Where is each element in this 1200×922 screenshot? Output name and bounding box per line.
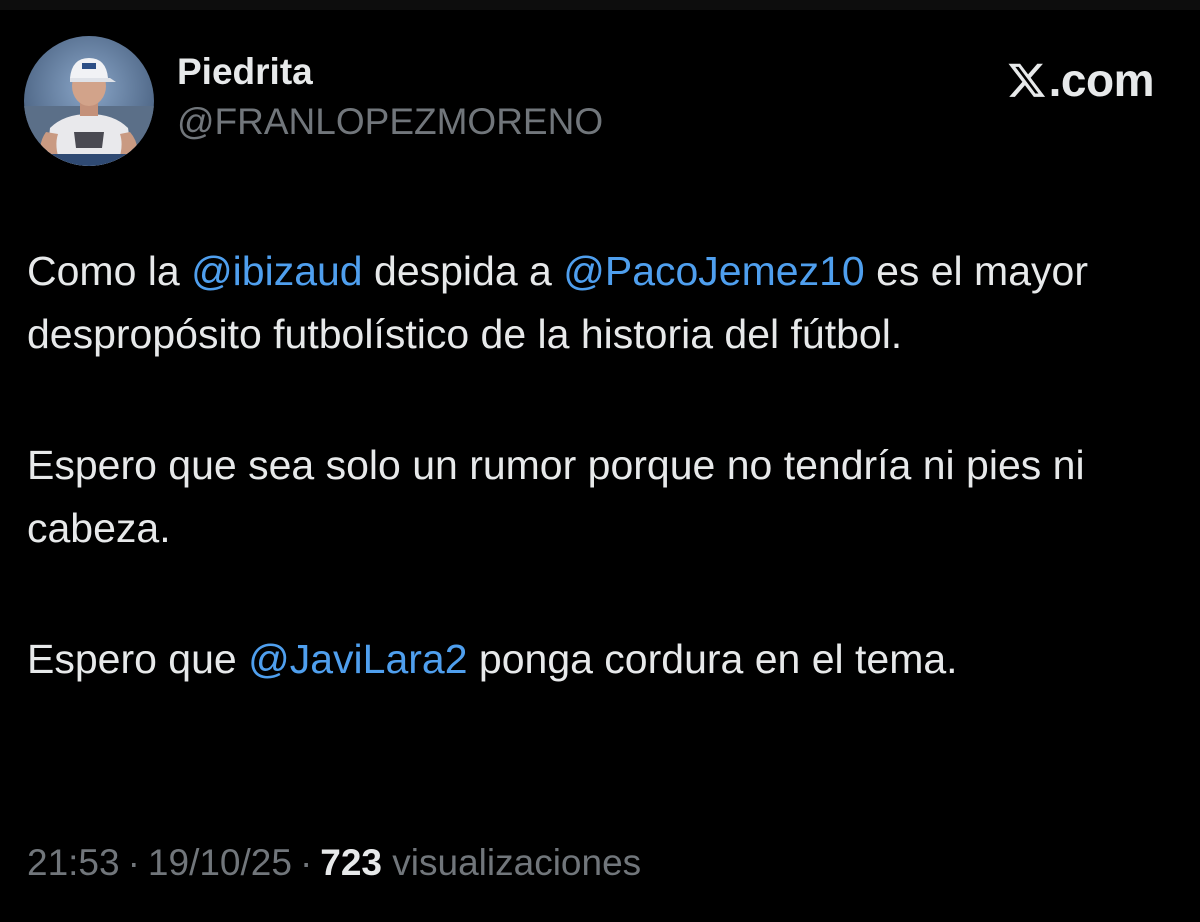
tweet-paragraph: Espero que sea solo un rumor porque no t… <box>27 434 1167 560</box>
views-count: 723 <box>320 842 383 883</box>
tweet-meta: 21:53 · 19/10/25 · 723 visualizaciones <box>27 838 641 888</box>
separator: · <box>127 842 140 883</box>
mention-link[interactable]: @PacoJemez10 <box>563 248 864 294</box>
tweet-text-segment: despida a <box>362 248 564 294</box>
tweet-card: Piedrita @FRANLOPEZMORENO .com Como la @… <box>0 0 1200 922</box>
tweet-date[interactable]: 19/10/25 <box>148 842 292 883</box>
views-label: visualizaciones <box>392 842 642 883</box>
tweet-paragraph: Espero que @JaviLara2 ponga cordura en e… <box>27 628 1167 691</box>
tweet-paragraph: Como la @ibizaud despida a @PacoJemez10 … <box>27 240 1167 366</box>
display-name[interactable]: Piedrita <box>177 50 603 94</box>
separator: · <box>299 842 313 883</box>
mention-link[interactable]: @JaviLara2 <box>248 636 467 682</box>
tweet-text-segment: Como la <box>27 248 192 294</box>
profile-photo-icon <box>24 36 154 166</box>
x-brand-logo: .com <box>1007 52 1155 108</box>
user-handle[interactable]: @FRANLOPEZMORENO <box>177 100 603 144</box>
avatar[interactable] <box>24 36 154 166</box>
tweet-time[interactable]: 21:53 <box>27 842 120 883</box>
tweet-text: Como la @ibizaud despida a @PacoJemez10 … <box>27 240 1167 691</box>
mention-link[interactable]: @ibizaud <box>191 248 363 294</box>
x-logo-icon <box>1008 63 1045 97</box>
tweet-text-segment: Espero que <box>27 636 249 682</box>
tweet-text-segment: ponga cordura en el tema. <box>467 636 958 682</box>
brand-text: .com <box>1048 54 1155 106</box>
tweet-text-segment: Espero que sea solo un rumor porque no t… <box>27 442 1085 551</box>
author-info: Piedrita @FRANLOPEZMORENO <box>177 50 603 144</box>
